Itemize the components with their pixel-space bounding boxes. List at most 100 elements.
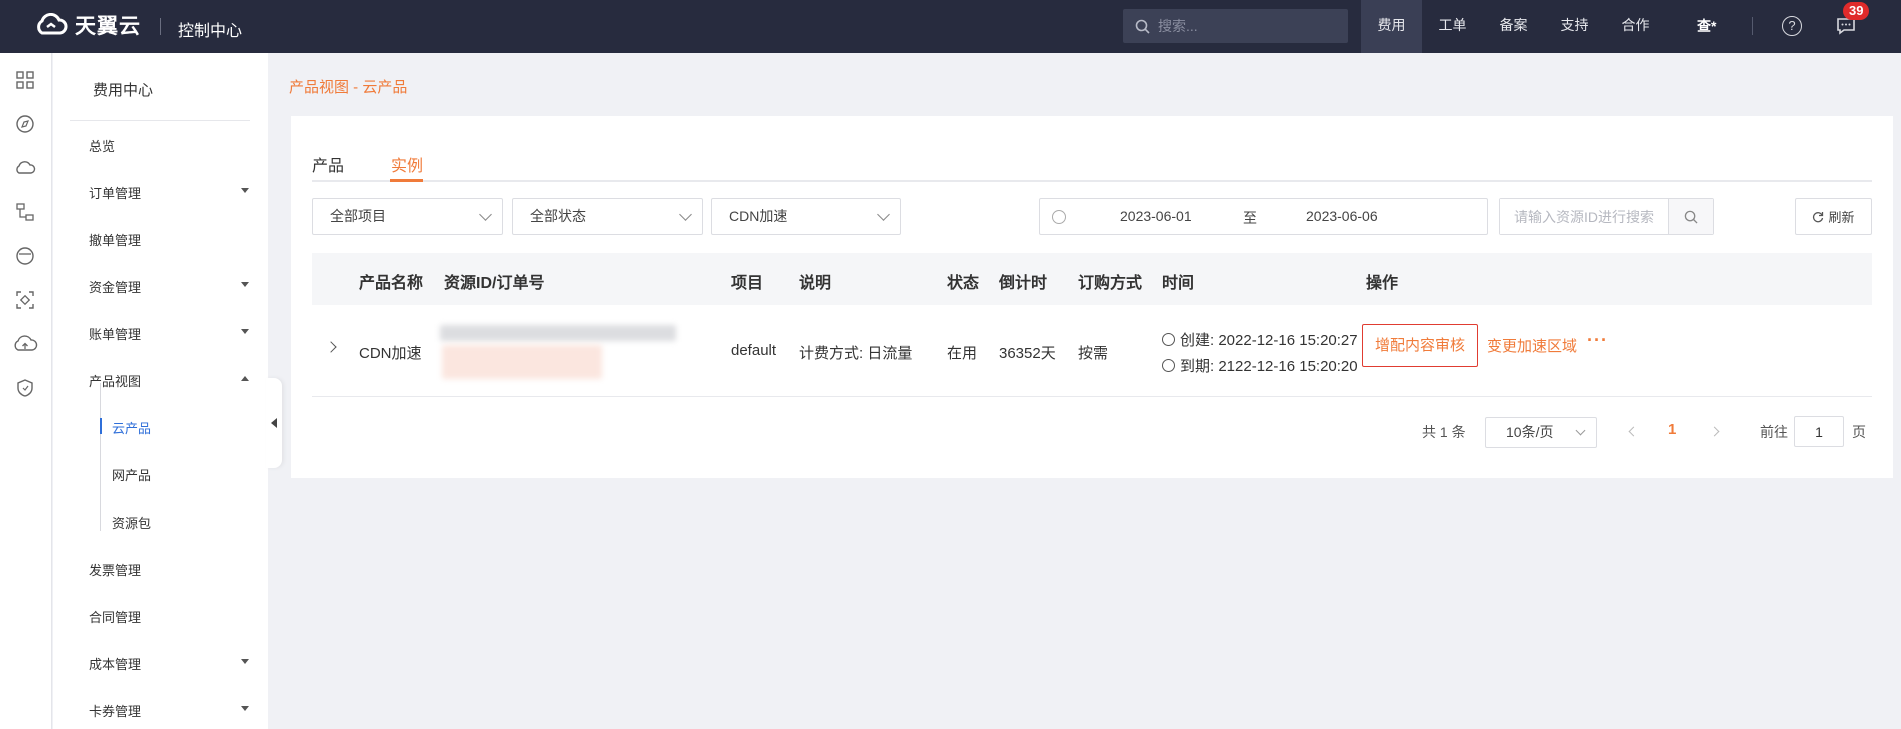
sidebar-item-label: 合同管理 (89, 610, 142, 625)
total-count: 共 1 条 (1422, 424, 1466, 440)
sidebar-item-product-view[interactable]: 产品视图 (89, 371, 249, 390)
expire-time: 到期: 2122-12-16 15:20:20 (1162, 355, 1358, 376)
caret-down-icon (241, 659, 249, 664)
grid-icon[interactable] (14, 69, 36, 91)
compass-icon[interactable] (14, 113, 36, 135)
next-page-icon[interactable] (1709, 426, 1720, 437)
tab-product[interactable]: 产品 (312, 152, 344, 176)
refresh-label: 刷新 (1828, 210, 1855, 225)
sidebar-item-invoice[interactable]: 发票管理 (89, 560, 249, 579)
sidebar-item-cost[interactable]: 成本管理 (89, 654, 249, 673)
nav-partner[interactable]: 合作 (1605, 0, 1666, 53)
caret-up-icon (241, 376, 249, 381)
cloud-upload-icon[interactable] (12, 333, 38, 355)
billing-description: 计费方式: 日流量 (799, 345, 913, 362)
expand-row-icon[interactable] (325, 341, 337, 353)
date-end[interactable]: 2023-06-06 (1306, 208, 1378, 224)
sidebar-item-coupon[interactable]: 卡券管理 (89, 701, 249, 720)
nav-tickets[interactable]: 工单 (1422, 0, 1483, 53)
page-size-value: 10条/页 (1506, 424, 1554, 440)
sidebar-item-bills[interactable]: 账单管理 (89, 324, 249, 343)
resource-search-input[interactable] (1500, 199, 1668, 234)
user-menu[interactable]: 查* (1697, 16, 1716, 36)
storage-icon[interactable] (14, 245, 36, 267)
top-bar: 天翼云 控制中心 费用 工单 备案 支持 合作 查* ? 39 (0, 0, 1901, 53)
network-icon[interactable] (14, 201, 36, 223)
col-description: 说明 (799, 275, 832, 292)
change-region-link[interactable]: 变更加速区域 (1487, 335, 1577, 356)
product-name: CDN加速 (359, 345, 422, 362)
date-range-picker[interactable]: 2023-06-01 至 2023-06-06 (1039, 198, 1488, 235)
table-header: 产品名称 资源ID/订单号 项目 说明 状态 倒计时 订购方式 时间 操作 (312, 253, 1872, 305)
prev-page-icon[interactable] (1628, 426, 1639, 437)
sidebar-subitem-cloud[interactable]: 云产品 (112, 418, 151, 437)
tab-instance[interactable]: 实例 (391, 152, 423, 176)
breadcrumb: 产品视图 - 云产品 (289, 79, 408, 96)
table-row: CDN加速 default 计费方式: 日流量 在用 36352天 按需 创建:… (312, 305, 1872, 397)
chevron-down-icon (479, 208, 492, 221)
clock-icon (1162, 359, 1175, 372)
global-search-input[interactable] (1158, 18, 1328, 34)
help-icon[interactable]: ? (1782, 16, 1802, 36)
logo[interactable]: 天翼云 (33, 10, 141, 40)
sidebar-item-funds[interactable]: 资金管理 (89, 277, 249, 296)
caret-down-icon (241, 188, 249, 193)
shield-icon[interactable] (14, 377, 36, 399)
sidebar-item-overview[interactable]: 总览 (89, 136, 249, 155)
caret-down-icon (241, 329, 249, 334)
logo-divider (160, 18, 161, 35)
sidebar-item-cancel[interactable]: 撤单管理 (89, 230, 249, 249)
status-select-value: 全部状态 (530, 208, 586, 224)
project-select[interactable]: 全部项目 (312, 198, 503, 235)
resource-search-button[interactable] (1668, 199, 1713, 234)
submenu-active-indicator (100, 418, 102, 434)
col-product-name: 产品名称 (359, 275, 424, 292)
console-title[interactable]: 控制中心 (178, 17, 242, 41)
add-content-review-button[interactable]: 增配内容审核 (1362, 324, 1478, 367)
date-start[interactable]: 2023-06-01 (1120, 208, 1192, 224)
countdown-value: 36352天 (999, 345, 1056, 362)
product-select[interactable]: CDN加速 (711, 198, 901, 235)
submenu-line (100, 383, 101, 531)
nav-support[interactable]: 支持 (1544, 0, 1605, 53)
clock-icon (1052, 210, 1066, 224)
sidebar-subitem-network[interactable]: 网产品 (112, 465, 151, 484)
target-icon[interactable] (14, 289, 36, 311)
search-icon (1684, 210, 1698, 224)
resource-search (1499, 198, 1714, 235)
caret-down-icon (241, 282, 249, 287)
nav-billing[interactable]: 费用 (1361, 0, 1422, 53)
tab-active-indicator (390, 179, 423, 182)
sidebar-item-label: 卡券管理 (89, 704, 142, 719)
project-value: default (731, 342, 777, 359)
chevron-down-icon (877, 208, 890, 221)
global-search[interactable] (1123, 9, 1348, 43)
created-time: 创建: 2022-12-16 15:20:27 (1162, 329, 1358, 350)
sidebar-collapse-handle[interactable] (266, 378, 282, 468)
sidebar-item-orders[interactable]: 订单管理 (89, 183, 249, 202)
message-count-badge: 39 (1843, 2, 1870, 20)
nav-filing[interactable]: 备案 (1483, 0, 1544, 53)
sidebar-item-label: 产品视图 (89, 374, 142, 389)
sidebar-subitem-package[interactable]: 资源包 (112, 513, 151, 532)
page-size-select[interactable]: 10条/页 (1485, 417, 1597, 448)
product-select-value: CDN加速 (729, 208, 788, 224)
refresh-button[interactable]: 刷新 (1795, 198, 1872, 235)
cloud-server-icon[interactable] (14, 157, 36, 179)
expire-time-text: 到期: 2122-12-16 15:20:20 (1180, 358, 1358, 375)
goto-page-input[interactable] (1794, 416, 1844, 447)
sidebar-item-contract[interactable]: 合同管理 (89, 607, 249, 626)
caret-down-icon (241, 706, 249, 711)
created-time-text: 创建: 2022-12-16 15:20:27 (1180, 332, 1358, 349)
project-select-value: 全部项目 (330, 208, 386, 224)
icon-rail (0, 53, 52, 729)
current-page[interactable]: 1 (1668, 421, 1676, 438)
col-countdown: 倒计时 (999, 275, 1048, 292)
col-purchase-type: 订购方式 (1078, 275, 1143, 292)
more-actions-icon[interactable]: ··· (1587, 330, 1608, 351)
collapse-arrow-icon (271, 418, 277, 428)
page-suffix: 页 (1852, 424, 1866, 440)
status-select[interactable]: 全部状态 (512, 198, 703, 235)
search-icon (1135, 19, 1150, 34)
redacted-block (440, 325, 676, 341)
